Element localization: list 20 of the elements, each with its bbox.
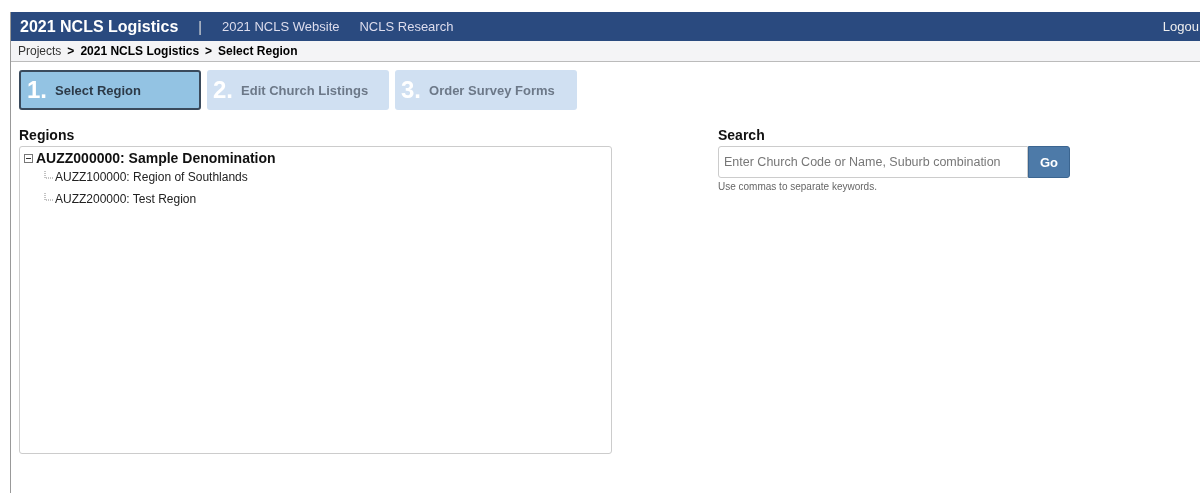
breadcrumb-separator: >: [205, 44, 213, 58]
step-tab[interactable]: 1. Select Region: [19, 70, 201, 110]
section-heading: Search: [718, 127, 766, 143]
nav-link[interactable]: 2021 NCLS Website: [221, 19, 340, 34]
section-heading: Regions: [19, 127, 76, 143]
tree-node[interactable]: AUZZ200000: Test Region: [55, 188, 197, 210]
collapse-icon[interactable]: [24, 153, 33, 163]
tree-node[interactable]: AUZZ100000: Region of Southlands: [55, 166, 248, 188]
logout-link[interactable]: Logou: [1162, 19, 1199, 34]
breadcrumb-item[interactable]: 2021 NCLS Logistics: [80, 44, 200, 58]
breadcrumb-item[interactable]: Select Region: [218, 44, 298, 58]
breadcrumb-item[interactable]: Projects: [18, 44, 62, 58]
tree-node[interactable]: AUZZ000000: Sample Denomination: [36, 150, 276, 166]
breadcrumb-separator: >: [67, 44, 75, 58]
search-hint: Use commas to separate keywords.: [718, 181, 878, 192]
app-title[interactable]: 2021 NCLS Logistics: [20, 17, 179, 36]
separator: |: [198, 18, 202, 35]
go-button[interactable]: Go: [1028, 146, 1070, 178]
nav-link[interactable]: NCLS Research: [359, 19, 454, 34]
search-field[interactable]: Enter Church Code or Name, Suburb combination: [718, 146, 1028, 178]
